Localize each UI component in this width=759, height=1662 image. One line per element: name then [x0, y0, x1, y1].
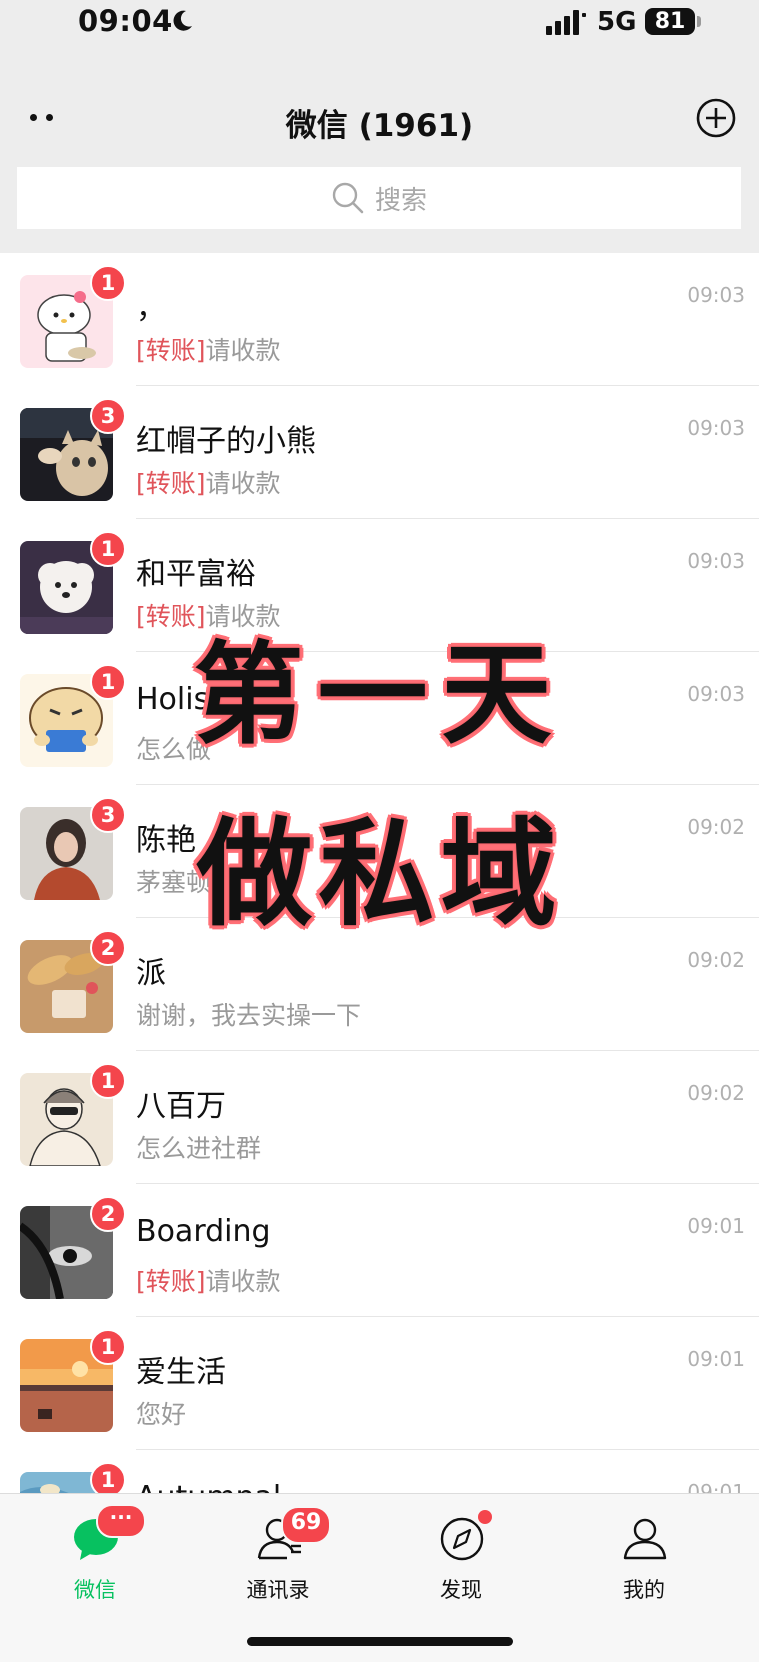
chat-name: 爱生活: [136, 1355, 226, 1390]
chat-time: 09:02: [687, 948, 745, 972]
chat-preview: 怎么进社群: [136, 1129, 261, 1165]
chat-row[interactable]: 1 八百万 怎么进社群 09:02: [0, 1051, 759, 1184]
network-label: 5G: [597, 7, 637, 37]
battery-icon: 81: [645, 8, 695, 35]
chat-message: 请收款: [205, 469, 281, 498]
chat-name: ，: [136, 291, 166, 326]
search-icon: [332, 182, 364, 214]
header-spacer: [0, 160, 759, 167]
search-margin-left: [0, 167, 17, 229]
chat-name: Autumnal: [136, 1480, 281, 1493]
transfer-tag: [转账]: [136, 336, 206, 365]
chat-preview: 您好: [136, 1395, 186, 1431]
search-bar[interactable]: 搜索: [17, 167, 741, 229]
chat-message: 您好: [136, 1400, 187, 1429]
chat-time: 09:03: [687, 416, 745, 440]
chat-message: 请收款: [205, 1267, 281, 1296]
search-margin-right: [741, 167, 759, 229]
contacts-badge: 69: [281, 1506, 331, 1544]
unread-badge: 1: [90, 265, 126, 301]
app-header: 微信 (1961): [0, 50, 759, 160]
page-title: 微信 (1961): [285, 108, 474, 144]
chat-preview: [转账]请收款: [136, 331, 281, 367]
chat-time: 09:01: [687, 1214, 745, 1238]
chat-time: 09:03: [687, 549, 745, 573]
chat-name: 派: [136, 956, 166, 991]
chat-time: 09:03: [687, 283, 745, 307]
chats-badge: ···: [96, 1504, 146, 1538]
discover-dot: [478, 1510, 492, 1524]
chat-row[interactable]: 1 ， [转账]请收款 09:03: [0, 253, 759, 386]
chat-preview: [转账]请收款: [136, 464, 281, 500]
add-plus-icon[interactable]: [695, 97, 737, 139]
status-time: 09:04: [78, 4, 173, 38]
status-bar: 09:04 5G 81: [0, 0, 759, 50]
tab-chats[interactable]: ··· 微信: [0, 1494, 190, 1614]
chat-row[interactable]: 3 红帽子的小熊 [转账]请收款 09:03: [0, 386, 759, 519]
battery-tip: [697, 16, 701, 27]
transfer-tag: [转账]: [136, 1267, 206, 1296]
chat-row[interactable]: 1 Autumnal 09:01: [0, 1450, 759, 1493]
transfer-tag: [转账]: [136, 469, 206, 498]
chat-name: 和平富裕: [136, 557, 256, 592]
chat-time: 09:02: [687, 1081, 745, 1105]
search-placeholder: 搜索: [374, 185, 427, 216]
chat-name: 八百万: [136, 1089, 226, 1124]
unread-badge: 3: [90, 398, 126, 434]
search-gap: [0, 229, 759, 253]
chat-time: 09:01: [687, 1347, 745, 1371]
chat-name: Boarding: [136, 1214, 271, 1249]
tab-label-contacts: 通讯录: [246, 1578, 310, 1602]
home-indicator[interactable]: [247, 1637, 513, 1646]
unread-badge: 2: [90, 1196, 126, 1232]
chat-preview: [转账]请收款: [136, 1262, 281, 1298]
chat-message: 谢谢，我去实操一下: [136, 1001, 362, 1030]
tab-label-me: 我的: [623, 1578, 665, 1602]
chat-row[interactable]: 1 爱生活 您好 09:01: [0, 1317, 759, 1450]
unread-badge: 1: [90, 1329, 126, 1365]
chat-preview: 谢谢，我去实操一下: [136, 996, 361, 1032]
moon-icon: [173, 10, 192, 31]
chat-name: 红帽子的小熊: [136, 424, 316, 459]
person-icon: [623, 1518, 667, 1560]
tab-label-chats: 微信: [74, 1578, 116, 1602]
tab-contacts[interactable]: 69 通讯录: [183, 1494, 373, 1614]
overlay-text-line1: 第一天: [193, 631, 566, 759]
chat-row[interactable]: 2 Boarding [转账]请收款 09:01: [0, 1184, 759, 1317]
chat-message: 请收款: [205, 336, 281, 365]
compass-icon: [440, 1517, 484, 1561]
overlay-text-line2: 做私域: [196, 807, 563, 942]
tab-me[interactable]: 我的: [549, 1494, 739, 1614]
unread-badge: 1: [90, 1063, 126, 1099]
chat-message: 怎么进社群: [136, 1134, 262, 1163]
unread-badge: 1: [90, 1462, 126, 1493]
tab-label-discover: 发现: [440, 1578, 482, 1602]
chat-time: 09:01: [687, 1480, 745, 1493]
unread-badge: 1: [90, 531, 126, 567]
tab-discover[interactable]: 发现: [366, 1494, 556, 1614]
signal-icon: [546, 10, 586, 35]
